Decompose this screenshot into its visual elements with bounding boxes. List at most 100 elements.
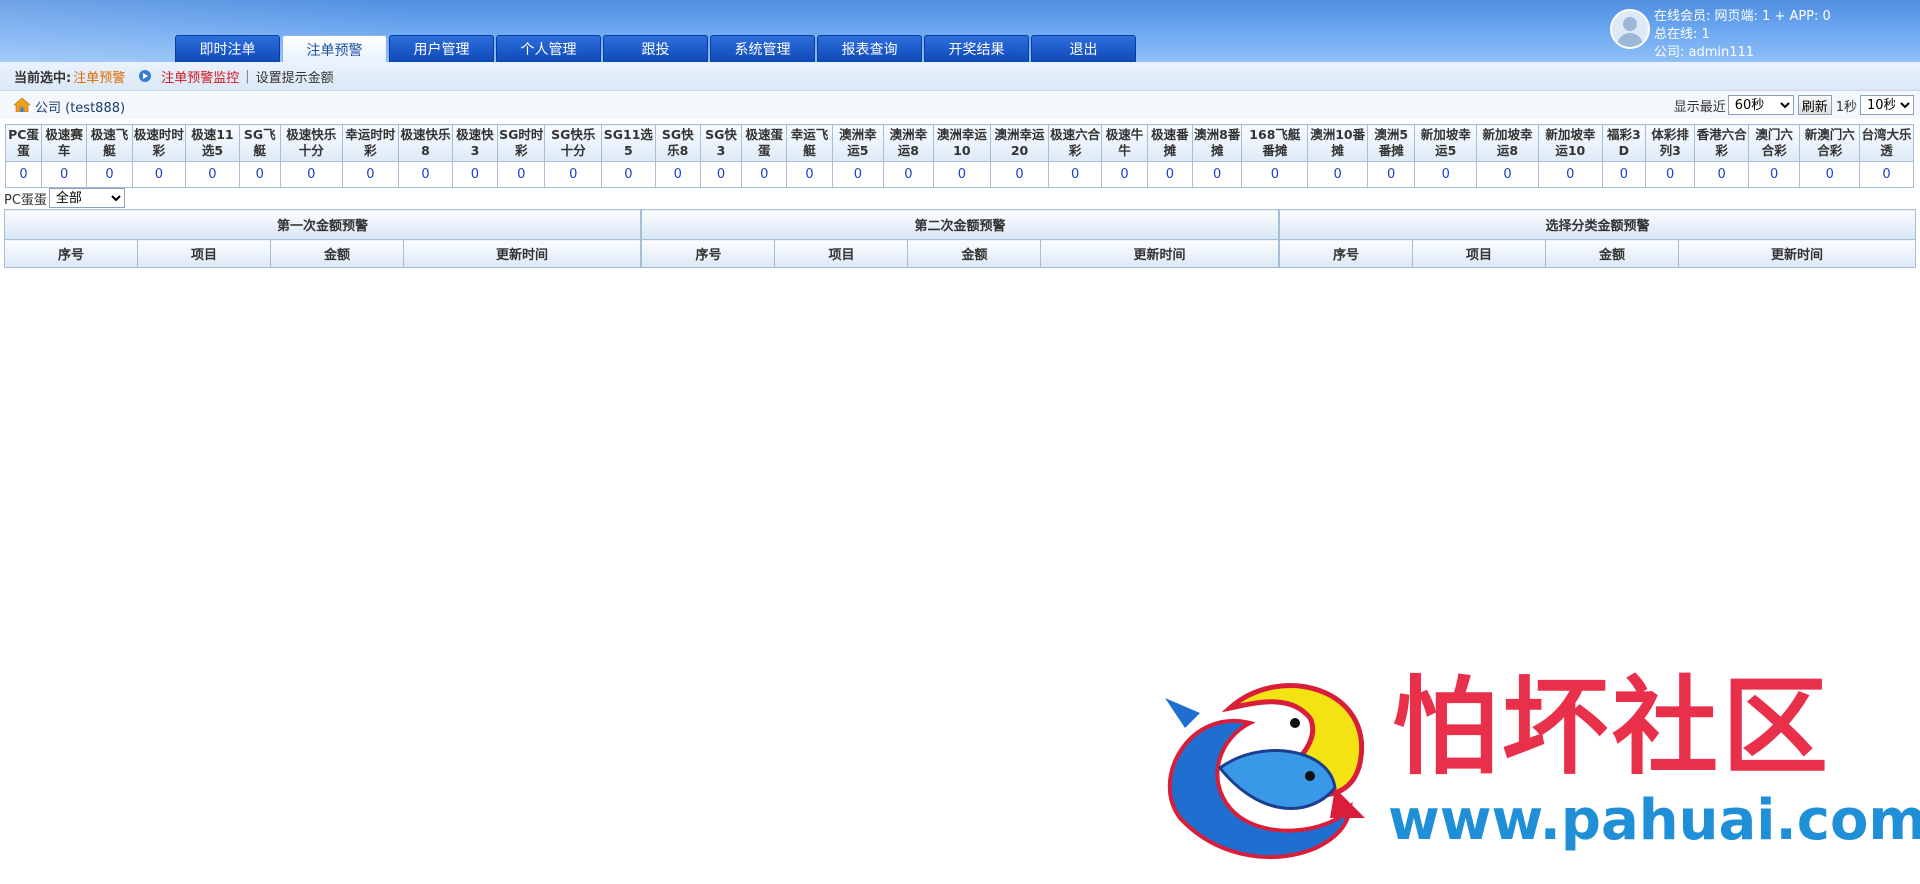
interval-label: 1秒: [1835, 99, 1857, 115]
nav-tab[interactable]: 系统管理: [710, 35, 815, 62]
game-header-cell: 极速11选5: [185, 124, 240, 162]
game-header-cell: SG快乐8: [654, 124, 701, 162]
filter-select[interactable]: 全部: [48, 188, 125, 208]
filter-game-label: PC蛋蛋: [4, 192, 47, 208]
refresh-button[interactable]: 刷新: [1797, 95, 1832, 115]
panel-column-header: 金额: [1544, 239, 1679, 268]
game-value-cell: 0: [831, 161, 885, 188]
bet-warning-monitor-link[interactable]: 注单预警监控: [161, 67, 239, 86]
panel-column-header: 金额: [270, 239, 404, 268]
nav-tab[interactable]: 即时注单: [175, 35, 280, 62]
game-header-cell: 新澳门六合彩: [1799, 124, 1861, 162]
breadcrumb: 当前选中: 注单预警 注单预警监控 | 设置提示金额: [0, 62, 1920, 91]
nav-tab[interactable]: 退出: [1031, 35, 1136, 62]
home-icon: [14, 98, 30, 112]
game-header-cell: 澳洲5番摊: [1367, 124, 1416, 162]
show-recent-label: 显示最近: [1673, 99, 1726, 115]
game-value-cell: 0: [699, 161, 743, 188]
game-header-cell: 极速赛车: [41, 124, 88, 162]
game-header-cell: SG11选5: [601, 124, 656, 162]
game-value-cell: 0: [451, 161, 499, 188]
game-value-cell: 0: [1747, 161, 1801, 188]
panel-column-header: 序号: [4, 239, 138, 268]
game-header-cell: 澳门六合彩: [1747, 124, 1801, 162]
game-header-cell: SG飞艇: [238, 124, 281, 162]
game-header-cell: 澳洲幸运5: [831, 124, 885, 162]
game-value-cell: 0: [4, 161, 43, 188]
game-header-cell: 极速飞艇: [86, 124, 133, 162]
arrow-right-icon: [139, 70, 152, 82]
nav-tab[interactable]: 用户管理: [389, 35, 494, 62]
panel-column-header: 序号: [1278, 239, 1413, 268]
game-header-cell: 福彩3D: [1601, 124, 1646, 162]
game-value-cell: 0: [654, 161, 701, 188]
amount-warning-panel: 第二次金额预警 序号 项目 金额 更新时间: [641, 209, 1279, 268]
breadcrumb-current: 注单预警: [73, 70, 126, 86]
game-header-cell: 极速快乐十分: [279, 124, 343, 162]
main-nav: 即时注单 注单预警 用户管理 个人管理 跟投 系统管理 报表查询 开奖结果 退出: [175, 35, 1138, 62]
game-value-row: 0000000000000000000000000000000000000: [4, 161, 1914, 188]
panel-column-header: 更新时间: [1677, 239, 1916, 268]
game-value-cell: 0: [1101, 161, 1148, 188]
game-value-cell: 0: [741, 161, 788, 188]
game-summary-table: PC蛋蛋 极速赛车 极速飞艇 极速时时彩 极速11选5 SG飞艇 极速快乐十分 幸运时时彩 极速…: [4, 124, 1914, 188]
game-header-cell: 澳洲10番摊: [1307, 124, 1369, 162]
online-members-text: 在线会员: 网页端: 1 + APP: 0: [1654, 9, 1831, 24]
top-header: 即时注单 注单预警 用户管理 个人管理 跟投 系统管理 报表查询 开奖结果 退出 在线会员: 网…: [0, 0, 1920, 62]
panel-column-header: 更新时间: [402, 239, 642, 268]
game-value-cell: 0: [601, 161, 656, 188]
amount-warning-panel: 第一次金额预警 序号 项目 金额 更新时间: [3, 209, 642, 268]
breadcrumb-separator: |: [245, 68, 250, 84]
game-value-cell: 0: [497, 161, 546, 188]
game-value-cell: 0: [1799, 161, 1861, 188]
refresh-controls: 显示最近 60秒 刷新 1秒 10秒: [1674, 95, 1914, 115]
game-value-cell: 0: [86, 161, 133, 188]
game-header-cell: 极速时时彩: [131, 124, 187, 162]
nav-tab[interactable]: 注单预警: [282, 35, 387, 62]
game-header-cell: 体彩排列3: [1644, 124, 1696, 162]
nav-tab[interactable]: 开奖结果: [924, 35, 1029, 62]
refresh-interval-select[interactable]: 10秒: [1860, 95, 1914, 115]
game-header-cell: 幸运飞艇: [786, 124, 833, 162]
panel-column-header: 项目: [137, 239, 271, 268]
breadcrumb-label: 当前选中:: [14, 70, 72, 86]
game-value-cell: 0: [131, 161, 187, 188]
game-header-cell: 新加坡幸运10: [1537, 124, 1603, 162]
nav-tab[interactable]: 报表查询: [817, 35, 922, 62]
nav-tab[interactable]: 个人管理: [496, 35, 601, 62]
game-header-cell: 新加坡幸运8: [1476, 124, 1539, 162]
game-value-cell: 0: [1191, 161, 1243, 188]
game-value-cell: 0: [1146, 161, 1193, 188]
set-alert-amount-link[interactable]: 设置提示金额: [256, 67, 334, 86]
avatar-icon: [1610, 9, 1650, 49]
game-header-cell: 极速蛋蛋: [741, 124, 788, 162]
panel-title: 选择分类金额预警: [1278, 209, 1916, 240]
panel-column-header: 更新时间: [1040, 239, 1279, 268]
game-header-cell: 新加坡幸运5: [1414, 124, 1478, 162]
game-value-cell: 0: [398, 161, 453, 188]
game-header-row: PC蛋蛋 极速赛车 极速飞艇 极速时时彩 极速11选5 SG飞艇 极速快乐十分 幸运时时彩 极速…: [4, 124, 1914, 162]
fish-logo-icon: [1165, 683, 1365, 860]
game-value-cell: 0: [1241, 161, 1309, 188]
game-header-cell: 168飞艇番摊: [1241, 124, 1309, 162]
game-value-cell: 0: [341, 161, 400, 188]
watermark-url: www.pahuai.com: [1388, 788, 1920, 853]
warning-panels: 第一次金额预警 序号 项目 金额 更新时间 第二次金额预警 序号 项目 金额 更新时间 选择分类金额…: [3, 209, 1916, 268]
game-value-cell: 0: [990, 161, 1049, 188]
nav-tab[interactable]: 跟投: [603, 35, 708, 62]
game-header-cell: SG时时彩: [497, 124, 546, 162]
panel-title: 第二次金额预警: [641, 209, 1279, 240]
game-value-cell: 0: [1414, 161, 1478, 188]
panel-column-header: 序号: [641, 239, 776, 268]
game-header-cell: 极速六合彩: [1047, 124, 1103, 162]
panel-column-header: 金额: [907, 239, 1042, 268]
recent-seconds-select[interactable]: 60秒: [1727, 95, 1794, 115]
game-header-cell: 台湾大乐透: [1859, 124, 1914, 162]
panel-column-header: 项目: [774, 239, 909, 268]
game-value-cell: 0: [41, 161, 88, 188]
game-value-cell: 0: [1307, 161, 1369, 188]
game-value-cell: 0: [786, 161, 833, 188]
game-value-cell: 0: [544, 161, 603, 188]
game-value-cell: 0: [1694, 161, 1749, 188]
game-header-cell: 极速快乐8: [398, 124, 453, 162]
